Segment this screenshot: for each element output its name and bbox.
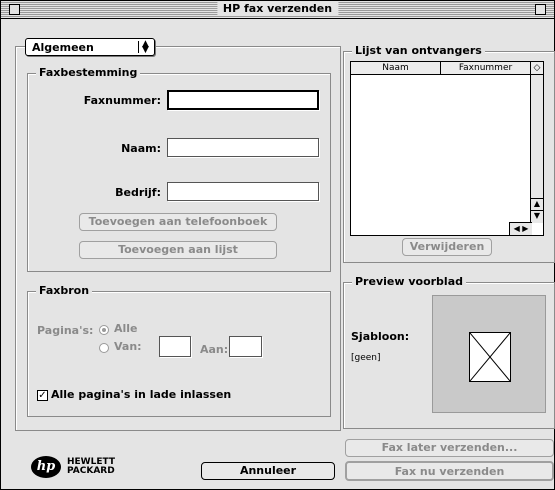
zoom-box-icon[interactable] bbox=[535, 4, 546, 15]
insert-tray-label: Alle pagina's in lade inlassen bbox=[51, 388, 232, 401]
horizontal-scroll-arrows-icon[interactable]: ◀ ▶ bbox=[509, 222, 532, 235]
column-header-name[interactable]: Naam bbox=[351, 62, 441, 75]
all-pages-label: Alle bbox=[114, 322, 138, 335]
section-popup-menu[interactable]: Algemeen ▲ ▼ bbox=[25, 38, 155, 56]
destination-group-label: Faxbestemming bbox=[36, 66, 141, 80]
page-range-radio[interactable] bbox=[99, 343, 109, 353]
hp-logo-text: HEWLETT PACKARD bbox=[67, 458, 115, 476]
column-header-fax[interactable]: Faxnummer bbox=[441, 62, 531, 75]
name-field[interactable] bbox=[167, 138, 319, 157]
close-box-icon[interactable] bbox=[9, 4, 20, 15]
company-field[interactable] bbox=[167, 182, 319, 201]
to-page-field[interactable] bbox=[229, 336, 262, 357]
from-page-field[interactable] bbox=[159, 336, 191, 357]
add-to-list-button[interactable]: Toevoegen aan lijst bbox=[79, 241, 277, 259]
no-image-placeholder-icon bbox=[469, 332, 511, 382]
source-group-label: Faxbron bbox=[36, 284, 93, 298]
from-label: Van: bbox=[114, 340, 142, 353]
add-to-phonebook-button[interactable]: Toevoegen aan telefoonboek bbox=[79, 213, 277, 231]
sort-direction-icon[interactable]: ◇ bbox=[531, 62, 543, 75]
template-label: Sjabloon: bbox=[351, 330, 410, 343]
recipients-group-label: Lijst van ontvangers bbox=[352, 44, 485, 58]
popup-arrows-icon: ▲ ▼ bbox=[138, 40, 152, 55]
fax-number-label: Faxnummer: bbox=[83, 94, 161, 107]
send-now-button[interactable]: Fax nu verzenden bbox=[345, 461, 554, 481]
preview-group-label: Preview voorblad bbox=[352, 275, 466, 289]
window-title: HP fax verzenden bbox=[216, 2, 339, 16]
pages-label: Pagina's: bbox=[37, 324, 94, 337]
remove-button[interactable]: Verwijderen bbox=[402, 238, 492, 256]
insert-tray-checkbox[interactable]: ✓ bbox=[37, 390, 48, 401]
recipients-list[interactable]: Naam Faxnummer ◇ ▲ ▼ ◀ ▶ bbox=[350, 61, 544, 236]
hp-logo-line2: PACKARD bbox=[67, 466, 115, 476]
title-bar[interactable]: HP fax verzenden bbox=[1, 1, 554, 19]
vertical-scrollbar[interactable]: ▲ ▼ bbox=[530, 75, 543, 223]
all-pages-radio[interactable] bbox=[99, 325, 109, 335]
company-label: Bedrijf: bbox=[115, 186, 161, 199]
cancel-button[interactable]: Annuleer bbox=[201, 462, 335, 480]
scroll-down-arrow-icon[interactable]: ▼ bbox=[531, 210, 543, 223]
to-label: Aan: bbox=[200, 343, 229, 356]
fax-window: HP fax verzenden Algemeen ▲ ▼ Faxbestemmi… bbox=[0, 0, 555, 490]
send-later-button[interactable]: Fax later verzenden... bbox=[345, 439, 554, 457]
popup-selected-label: Algemeen bbox=[32, 41, 94, 54]
template-value: [geen] bbox=[351, 353, 381, 363]
cover-page-preview bbox=[432, 295, 546, 413]
fax-number-field[interactable] bbox=[167, 90, 319, 110]
hp-logo-mark-icon: hp bbox=[31, 456, 61, 478]
name-label: Naam: bbox=[121, 142, 161, 155]
